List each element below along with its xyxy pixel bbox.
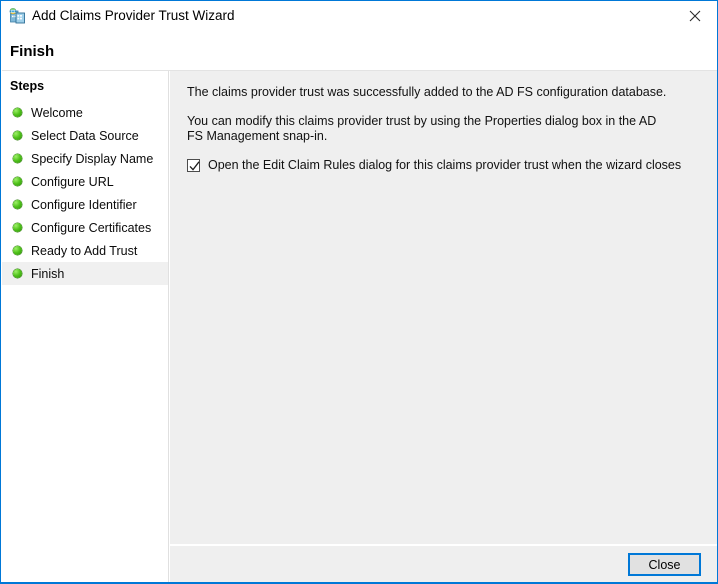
adfs-claims-provider-icon	[9, 8, 26, 25]
sidebar-item-specify-display-name[interactable]: Specify Display Name	[2, 147, 168, 170]
sidebar-item-configure-url[interactable]: Configure URL	[2, 170, 168, 193]
wizard-window: Add Claims Provider Trust Wizard Finish …	[0, 0, 718, 584]
open-edit-claim-rules-checkbox-row[interactable]: Open the Edit Claim Rules dialog for thi…	[187, 158, 708, 173]
content-body: The claims provider trust was successful…	[187, 85, 708, 173]
step-bullet-icon	[13, 108, 22, 117]
close-icon[interactable]	[672, 1, 717, 30]
sidebar-item-configure-identifier[interactable]: Configure Identifier	[2, 193, 168, 216]
content-panel: The claims provider trust was successful…	[169, 71, 717, 544]
step-bullet-icon	[13, 200, 22, 209]
sidebar-item-label: Finish	[31, 266, 65, 281]
sidebar-item-label: Configure URL	[31, 174, 114, 189]
window-title: Add Claims Provider Trust Wizard	[32, 8, 235, 23]
steps-sidebar: Steps Welcome Select Data Source Specify…	[2, 71, 169, 583]
page-title: Finish	[10, 43, 55, 60]
success-message: The claims provider trust was successful…	[187, 85, 667, 99]
window-bottom-accent	[1, 582, 717, 583]
steps-header: Steps	[10, 79, 45, 93]
sidebar-item-welcome[interactable]: Welcome	[2, 101, 168, 124]
step-bullet-icon	[13, 154, 22, 163]
step-bullet-icon	[13, 269, 22, 278]
checkbox-label: Open the Edit Claim Rules dialog for thi…	[208, 158, 682, 172]
sidebar-item-ready-to-add-trust[interactable]: Ready to Add Trust	[2, 239, 168, 262]
step-bullet-icon	[13, 223, 22, 232]
title-bar: Add Claims Provider Trust Wizard	[1, 1, 717, 31]
sidebar-item-label: Welcome	[31, 105, 83, 120]
sidebar-item-label: Configure Certificates	[31, 220, 152, 235]
sidebar-item-label: Ready to Add Trust	[31, 243, 138, 258]
sidebar-item-label: Select Data Source	[31, 128, 139, 143]
steps-list: Welcome Select Data Source Specify Displ…	[2, 101, 168, 285]
checkbox-checked-icon[interactable]	[187, 159, 200, 172]
sidebar-item-select-data-source[interactable]: Select Data Source	[2, 124, 168, 147]
sidebar-item-label: Specify Display Name	[31, 151, 154, 166]
close-button[interactable]: Close	[628, 553, 701, 576]
step-bullet-icon	[13, 131, 22, 140]
sidebar-item-configure-certificates[interactable]: Configure Certificates	[2, 216, 168, 239]
step-bullet-icon	[13, 177, 22, 186]
button-bar: Close	[169, 545, 717, 583]
sidebar-item-label: Configure Identifier	[31, 197, 137, 212]
sidebar-item-finish[interactable]: Finish	[2, 262, 168, 285]
step-bullet-icon	[13, 246, 22, 255]
modify-instructions: You can modify this claims provider trus…	[187, 114, 657, 143]
